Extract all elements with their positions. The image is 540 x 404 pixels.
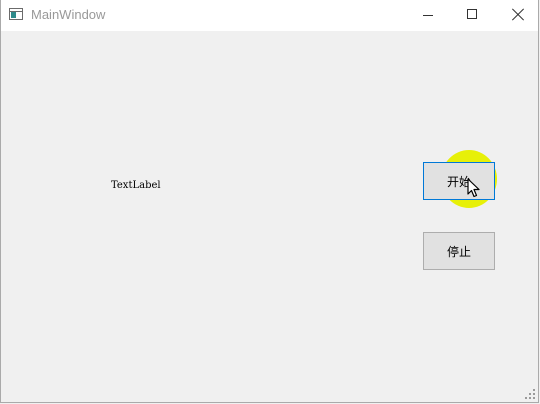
stop-button[interactable]: 停止 <box>423 232 495 270</box>
close-icon <box>512 8 524 20</box>
app-window-icon <box>9 8 23 20</box>
minimize-button[interactable] <box>405 0 451 31</box>
mouse-pointer-icon <box>467 178 480 198</box>
resize-grip-icon[interactable] <box>525 389 535 399</box>
title-bar[interactable]: MainWindow <box>1 0 538 31</box>
stop-button-label: 停止 <box>446 244 471 259</box>
maximize-button[interactable] <box>449 0 495 31</box>
text-label: TextLabel <box>111 180 161 191</box>
window-title: MainWindow <box>31 7 106 22</box>
start-button[interactable]: 开始 <box>423 162 495 200</box>
close-button[interactable] <box>495 0 540 31</box>
main-window: MainWindow TextLabel 开始 停止 <box>0 0 539 403</box>
maximize-icon <box>467 9 477 19</box>
minimize-icon <box>423 15 433 16</box>
